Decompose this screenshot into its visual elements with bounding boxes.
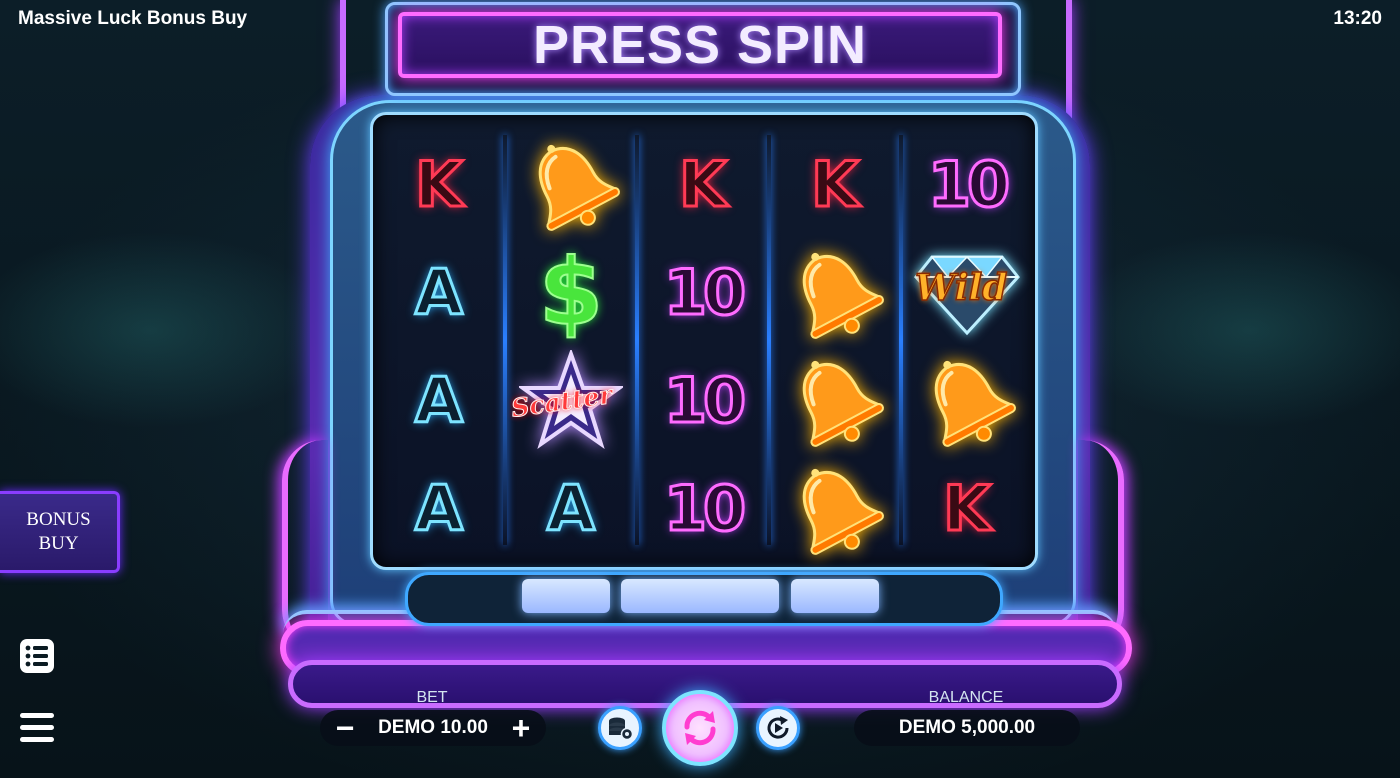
paytable-list-icon [20,639,54,673]
symbol-text: 10 [662,470,747,546]
hamburger-menu-icon [20,713,54,742]
bell-graphic [802,468,884,555]
symbol-text: K [413,146,464,222]
symbol-text: K [677,146,728,222]
reel-symbol-k: K [901,453,1033,563]
reel-symbol-k: K [769,129,901,239]
symbol-text: 10 [926,146,1011,222]
paytable-button[interactable] [18,637,56,675]
reel-symbol-k: K [373,129,505,239]
symbol-text: K [941,470,992,546]
reel-symbol-k: K [637,129,769,239]
bell-icon [769,345,901,455]
autoplay-button[interactable] [756,706,800,750]
dollar-icon: $ [505,237,637,347]
scatter-star-icon: Scatter [505,345,637,455]
banner: PRESS SPIN [398,12,1002,78]
bet-increase-button[interactable]: + [506,712,536,744]
bell-icon [769,453,901,563]
wild-diamond-icon: Wild [901,237,1033,347]
tray-button-left [522,579,610,613]
balance-value: DEMO 5,000.00 [898,717,1036,738]
bell-icon [505,129,637,239]
dollar-sign: $ [538,238,604,347]
reel-window: K A A A $ Scatter A K 10 10 10 K 10 Wild K [370,112,1038,570]
bell-graphic [934,360,1016,447]
reel-symbol-a: A [373,345,505,455]
menu-button[interactable] [18,709,56,747]
symbol-text: 10 [662,362,747,438]
bet-value: DEMO 10.00 [378,717,488,738]
game-title: Massive Luck Bonus Buy [18,8,248,29]
symbol-text: A [414,362,465,438]
clock: 13:20 [1333,8,1382,29]
bell-icon [769,237,901,347]
reel-symbol-a: A [505,453,637,563]
tray-button-right [791,579,879,613]
bonus-buy-label-line2: BUY [38,533,79,554]
reel-symbol-10: 10 [637,453,769,563]
bet-label: BET [416,689,448,706]
bet-decrease-button[interactable]: − [330,712,360,744]
bell-icon [901,345,1033,455]
bet-control: − DEMO 10.00 + [320,710,546,746]
wild-label: Wild [914,266,1008,310]
bonus-buy-label-line1: BONUS [26,509,91,530]
bet-settings-button[interactable] [598,706,642,750]
game-stage: Massive Luck Bonus Buy 13:20 PRESS SPIN … [0,0,1400,778]
reel-symbol-10: 10 [637,345,769,455]
coins-settings-icon [609,717,634,741]
tray-button-center [621,579,779,613]
reel-symbol-10: 10 [901,129,1033,239]
bonus-buy-button[interactable]: BONUS BUY [0,491,120,573]
spin-arrows-icon [684,710,716,746]
spin-button[interactable] [662,690,738,766]
symbol-text: A [414,470,465,546]
bell-graphic [538,144,620,231]
banner-text: PRESS SPIN [532,15,868,75]
symbol-text: 10 [662,254,747,330]
symbol-text: A [546,470,597,546]
reel-symbol-10: 10 [637,237,769,347]
reel-symbol-a: A [373,453,505,563]
bell-graphic [802,360,884,447]
symbol-text: K [809,146,860,222]
autoplay-icon [767,716,789,739]
reel-symbol-a: A [373,237,505,347]
balance-display: DEMO 5,000.00 [854,710,1080,746]
bell-graphic [802,252,884,339]
symbol-text: A [414,254,465,330]
balance-label: BALANCE [928,689,1004,706]
